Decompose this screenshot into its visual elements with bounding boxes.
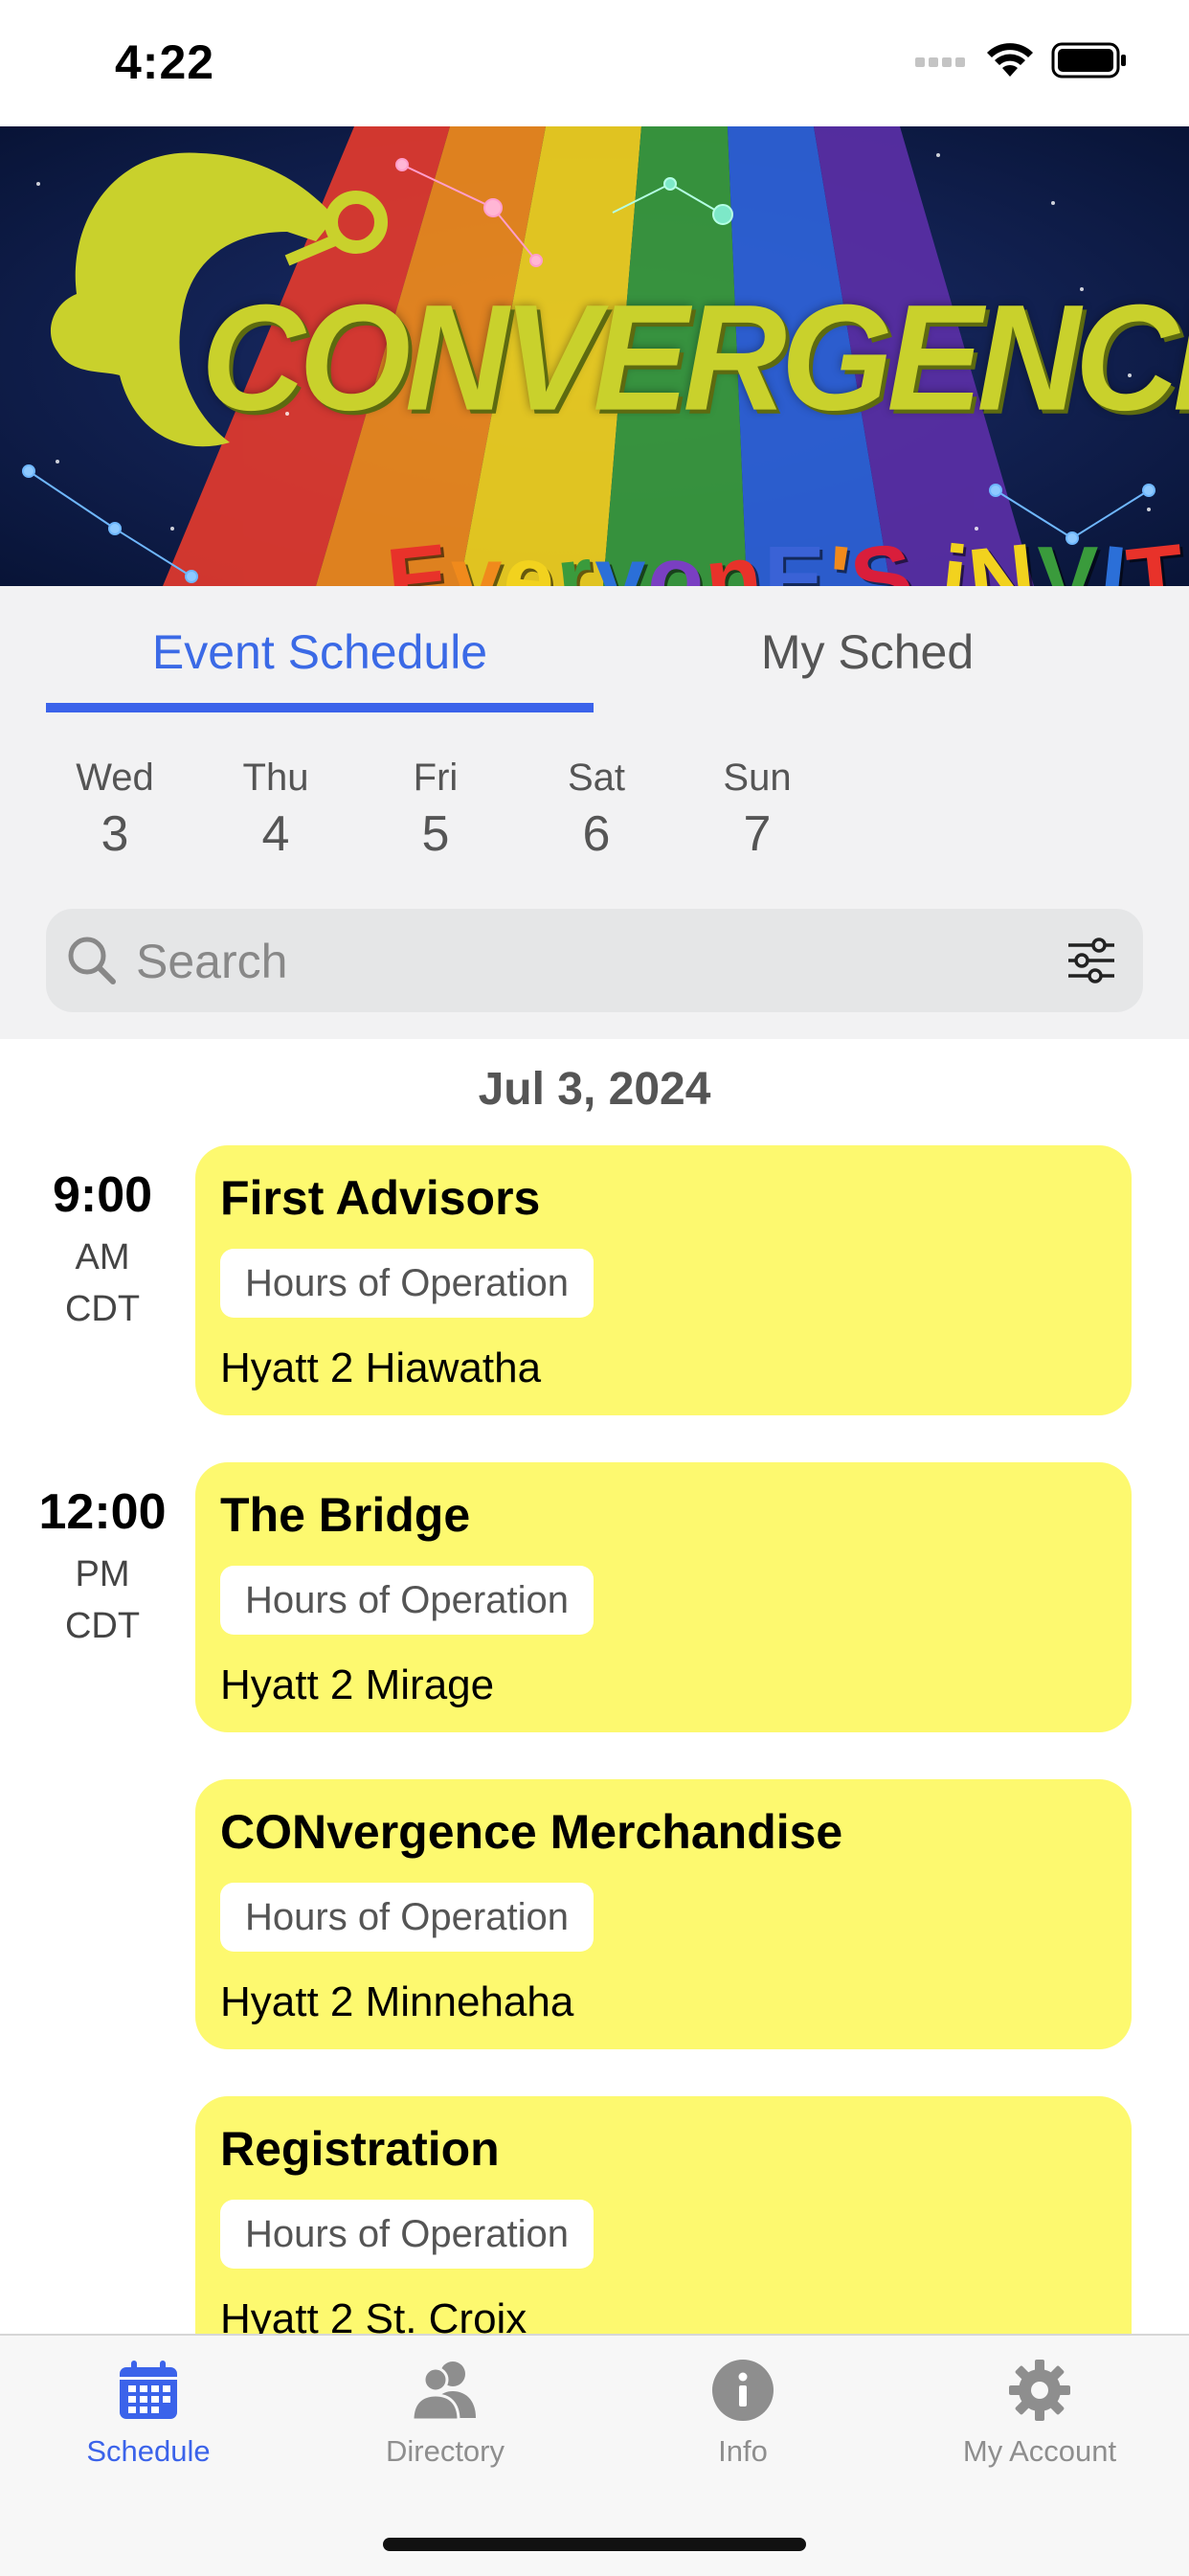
banner-subtitle-letter: v — [451, 528, 505, 586]
day-name: Fri — [413, 757, 459, 799]
home-indicator — [383, 2538, 806, 2551]
event-title: CONvergence Merchandise — [220, 1805, 843, 1859]
schedule-controls: Event Schedule My Sched Wed 3 Thu 4 Fri … — [0, 586, 1189, 1039]
time-zone: CDT — [64, 1606, 141, 1646]
tabbar-label: My Account — [962, 2434, 1117, 2468]
gear-icon — [1009, 2360, 1070, 2421]
day-name: Thu — [242, 757, 309, 799]
banner-subtitle-letter: n — [700, 525, 770, 586]
tabbar-label: Info — [718, 2434, 768, 2468]
day-number: 4 — [261, 806, 290, 862]
time-ampm: PM — [75, 1554, 130, 1594]
tabbar-label: Schedule — [86, 2434, 211, 2468]
event-title: The Bridge — [220, 1488, 471, 1542]
event-card[interactable]: Registration Hours of Operation Hyatt 2 … — [195, 2096, 1132, 2366]
tabbar-item-schedule[interactable]: Schedule — [0, 2359, 297, 2469]
status-bar: 4:22 — [0, 0, 1189, 126]
tabbar-item-my-account[interactable]: My Account — [891, 2359, 1188, 2469]
search-field[interactable]: Search — [46, 909, 1143, 1012]
event-card[interactable]: CONvergence Merchandise Hours of Operati… — [195, 1779, 1132, 2049]
day-fri[interactable]: Fri 5 — [355, 757, 516, 863]
cellular-signal-icon — [915, 57, 965, 67]
day-wed[interactable]: Wed 3 — [34, 757, 195, 863]
date-header: Jul 3, 2024 — [478, 1064, 711, 1115]
event-location: Hyatt 2 Minnehaha — [220, 1978, 574, 2025]
banner-subtitle-letter: T — [1122, 525, 1189, 586]
day-sat[interactable]: Sat 6 — [516, 757, 677, 863]
tabbar-label: Directory — [385, 2434, 505, 2468]
banner-subtitle-letter: E — [763, 528, 827, 586]
event-card[interactable]: The Bridge Hours of Operation Hyatt 2 Mi… — [195, 1462, 1132, 1732]
status-icons — [915, 42, 1128, 79]
tabbar-item-directory[interactable]: Directory — [297, 2359, 594, 2469]
event-card[interactable]: First Advisors Hours of Operation Hyatt … — [195, 1145, 1132, 1415]
time-value: 12:00 — [38, 1484, 167, 1540]
banner-subtitle-letter: y — [594, 528, 648, 586]
day-number: 7 — [743, 806, 772, 862]
time-ampm: AM — [75, 1237, 130, 1277]
day-sun[interactable]: Sun 7 — [677, 757, 838, 863]
event-tag: Hours of Operation — [220, 1566, 594, 1635]
time-slot: 12:00 PM CDT — [0, 1483, 205, 1652]
day-name: Sat — [567, 757, 626, 799]
battery-icon — [1051, 42, 1126, 79]
banner-subtitle-letter: S — [845, 524, 920, 586]
search-placeholder: Search — [136, 935, 288, 988]
event-title: First Advisors — [220, 1171, 541, 1225]
time-zone: CDT — [64, 1289, 141, 1329]
filter-sliders-icon[interactable] — [1066, 938, 1116, 983]
time-value: 9:00 — [52, 1167, 153, 1223]
day-number: 5 — [421, 806, 450, 862]
event-tag: Hours of Operation — [220, 2200, 594, 2269]
banner-subtitle-letter — [914, 527, 942, 586]
event-location: Hyatt 2 Mirage — [220, 1661, 495, 1708]
banner-subtitle-letter: E — [382, 524, 457, 586]
info-icon — [712, 2360, 774, 2421]
event-tag: Hours of Operation — [220, 1883, 594, 1952]
tab-event-schedule[interactable]: Event Schedule — [46, 624, 594, 682]
event-tag: Hours of Operation — [220, 1249, 594, 1318]
banner-subtitle-letter: N — [963, 524, 1043, 586]
day-thu[interactable]: Thu 4 — [195, 757, 356, 863]
day-number: 6 — [582, 806, 611, 862]
banner-subtitle-letter: V — [1037, 528, 1101, 586]
day-number: 3 — [101, 806, 129, 862]
time-slot: 9:00 AM CDT — [0, 1166, 205, 1335]
tab-my-sched[interactable]: My Sched — [594, 624, 1141, 682]
day-name: Wed — [76, 757, 154, 799]
search-icon — [68, 937, 116, 984]
banner-subtitle: EveryonE'S iNVITED — [383, 524, 1189, 586]
banner-subtitle-letter: r — [551, 526, 600, 586]
wifi-icon — [987, 43, 1033, 77]
calendar-icon — [120, 2361, 177, 2419]
people-icon — [411, 2361, 476, 2422]
tabbar-item-info[interactable]: Info — [594, 2359, 891, 2469]
event-title: Registration — [220, 2122, 500, 2176]
day-name: Sun — [723, 757, 792, 799]
event-location: Hyatt 2 Hiawatha — [220, 1344, 542, 1391]
banner-title: CONVERGENCE 2024: — [201, 272, 1189, 442]
active-tab-indicator — [46, 703, 594, 712]
convention-banner: CONVERGENCE 2024: EveryonE'S iNVITED — [0, 126, 1189, 586]
status-time: 4:22 — [115, 35, 215, 89]
